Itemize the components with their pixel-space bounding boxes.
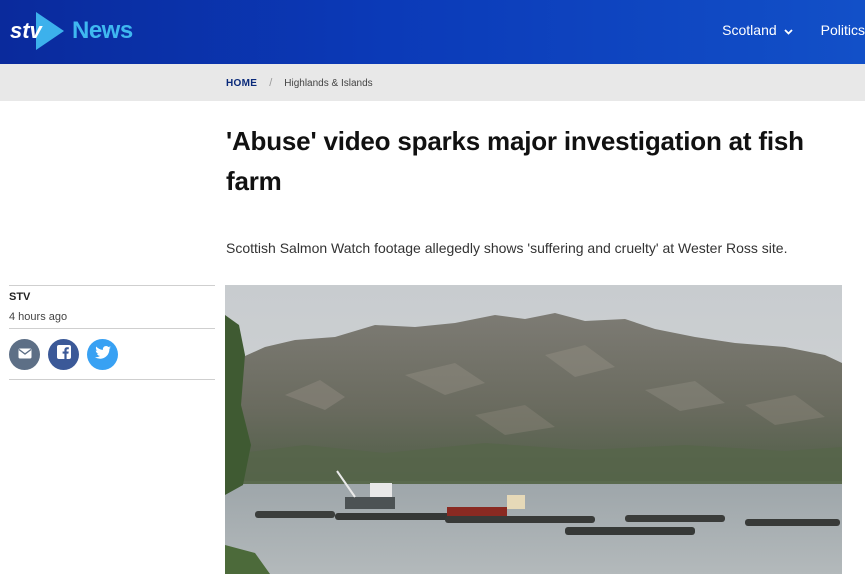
- chevron-down-icon: [784, 22, 793, 38]
- nav-item-scotland[interactable]: Scotland: [722, 22, 793, 38]
- email-share-button[interactable]: [9, 339, 40, 370]
- twitter-icon: [94, 345, 111, 364]
- fish-farm-loch-photo: [225, 285, 842, 574]
- divider: [9, 285, 215, 286]
- breadcrumb-current[interactable]: Highlands & Islands: [284, 78, 372, 89]
- article-meta-sidebar: STV 4 hours ago: [9, 285, 215, 380]
- email-icon: [18, 346, 32, 364]
- logo-news-text: News: [72, 17, 133, 44]
- stv-news-logo[interactable]: stv News: [8, 10, 133, 52]
- breadcrumb: HOME / Highlands & Islands: [226, 77, 373, 89]
- article-standfirst: Scottish Salmon Watch footage allegedly …: [226, 240, 788, 256]
- divider: [9, 379, 215, 380]
- twitter-share-button[interactable]: [87, 339, 118, 370]
- top-nav: Scotland Politics: [694, 22, 865, 38]
- breadcrumb-home[interactable]: HOME: [226, 78, 257, 89]
- facebook-share-button[interactable]: [48, 339, 79, 370]
- stv-logo-icon: stv: [8, 10, 66, 52]
- nav-item-label: Politics: [820, 22, 865, 38]
- nav-item-politics[interactable]: Politics: [821, 22, 865, 38]
- article-author[interactable]: STV: [9, 291, 215, 303]
- article-timestamp: 4 hours ago: [9, 311, 68, 323]
- site-header: stv News Scotland Politics: [0, 0, 865, 64]
- breadcrumb-separator: /: [269, 77, 273, 89]
- article-headline: 'Abuse' video sparks major investigation…: [226, 126, 804, 196]
- facebook-icon: [56, 345, 71, 364]
- breadcrumb-bar: HOME / Highlands & Islands: [0, 64, 865, 101]
- svg-text:stv: stv: [10, 18, 44, 43]
- nav-item-label: Scotland: [722, 22, 777, 38]
- share-buttons: [9, 329, 215, 379]
